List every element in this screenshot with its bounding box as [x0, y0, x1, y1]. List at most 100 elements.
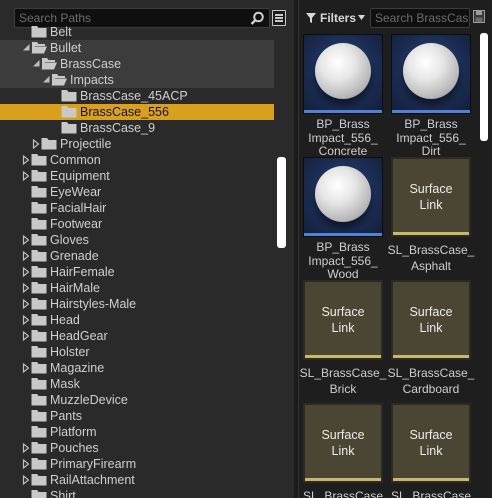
- tree-item-muzzledevice[interactable]: MuzzleDevice: [0, 392, 274, 408]
- tree-item-label: HeadGear: [50, 329, 108, 343]
- collapse-arrow-icon[interactable]: [31, 59, 41, 69]
- tree-item-label: Magazine: [50, 361, 105, 375]
- folder-icon: [31, 42, 47, 54]
- blueprint-thumbnail: [303, 34, 383, 114]
- surface-link-thumbnail: Surface Link: [391, 157, 471, 237]
- tree-item-brasscase[interactable]: BrassCase: [0, 56, 274, 72]
- asset-name: SL_BrassCase: [302, 489, 384, 498]
- expand-arrow-icon[interactable]: [21, 459, 31, 469]
- folder-icon: [31, 202, 47, 214]
- tree-item-pouches[interactable]: Pouches: [0, 440, 274, 456]
- tree-item-hairfemale[interactable]: HairFemale: [0, 264, 274, 280]
- tree-item-primaryfirearm[interactable]: PrimaryFirearm: [0, 456, 274, 472]
- tree-item-belt[interactable]: Belt: [0, 25, 274, 40]
- tree-item-label: Head: [50, 313, 80, 327]
- folder-icon: [31, 330, 47, 342]
- tree-item-footwear[interactable]: Footwear: [0, 216, 274, 232]
- tree-item-gloves[interactable]: Gloves: [0, 232, 274, 248]
- thumbnail-type-label: Surface Link: [321, 428, 365, 458]
- tree-item-label: Hairstyles-Male: [50, 297, 137, 311]
- folder-icon: [31, 458, 47, 470]
- thumbnail-type-label: Surface Link: [321, 305, 365, 335]
- tree-item-label: Footwear: [50, 217, 103, 231]
- blueprint-thumbnail: [391, 34, 471, 114]
- tree-item-label: Bullet: [50, 41, 82, 55]
- folder-icon: [31, 218, 47, 230]
- save-icon[interactable]: [473, 10, 485, 23]
- surface-link-thumbnail: Surface Link: [303, 403, 383, 483]
- asset-name: SL_BrassCase: [390, 489, 472, 498]
- folder-icon: [61, 90, 77, 102]
- asset-scrollbar[interactable]: [480, 33, 488, 141]
- asset-type-bar: [393, 478, 469, 481]
- tree-item-label: Projectile: [60, 137, 112, 151]
- sphere-preview-icon: [315, 43, 371, 99]
- thumbnail-type-label: Surface Link: [409, 182, 453, 212]
- tree-item-projectile[interactable]: Projectile: [0, 136, 274, 152]
- expand-arrow-icon[interactable]: [31, 139, 41, 149]
- asset-view-panel: Filters Search BrassCase_556 BP_Brass Im…: [298, 0, 492, 498]
- folder-icon: [31, 282, 47, 294]
- asset-name: BP_Brass Impact_556_ Concrete: [308, 117, 378, 158]
- tree-item-common[interactable]: Common: [0, 152, 274, 168]
- tree-item-label: Gloves: [50, 233, 89, 247]
- tree-item-label: BrassCase: [60, 57, 122, 71]
- tree-item-label: PrimaryFirearm: [50, 457, 137, 471]
- filters-label: Filters: [320, 11, 357, 25]
- expand-arrow-icon[interactable]: [21, 235, 31, 245]
- tree-item-shirt[interactable]: Shirt: [0, 488, 274, 498]
- tree-item-brasscase-556[interactable]: BrassCase_556: [0, 104, 274, 120]
- tree-item-brasscase-45acp[interactable]: BrassCase_45ACP: [0, 88, 274, 104]
- folder-icon: [31, 426, 47, 438]
- tree-item-label: Platform: [50, 425, 97, 439]
- surface-link-thumbnail: Surface Link: [303, 280, 383, 360]
- tree-item-headgear[interactable]: HeadGear: [0, 328, 274, 344]
- tree-item-eyewear[interactable]: EyeWear: [0, 184, 274, 200]
- folder-icon: [31, 26, 47, 38]
- tree-item-mask[interactable]: Mask: [0, 376, 274, 392]
- expand-arrow-icon[interactable]: [21, 331, 31, 341]
- expand-arrow-icon[interactable]: [21, 155, 31, 165]
- tree-item-pants[interactable]: Pants: [0, 408, 274, 424]
- menu-icon[interactable]: [272, 10, 286, 26]
- tree-item-brasscase-9[interactable]: BrassCase_9: [0, 120, 274, 136]
- tree-item-hairstyles-male[interactable]: Hairstyles-Male: [0, 296, 274, 312]
- tree-item-facialhair[interactable]: FacialHair: [0, 200, 274, 216]
- asset-search-placeholder: Search BrassCase_556: [375, 11, 469, 25]
- tree-item-hairmale[interactable]: HairMale: [0, 280, 274, 296]
- filters-button[interactable]: Filters: [303, 8, 365, 28]
- expand-arrow-icon[interactable]: [21, 283, 31, 293]
- tree-item-label: Shirt: [50, 489, 76, 498]
- tree-item-grenade[interactable]: Grenade: [0, 248, 274, 264]
- tree-item-label: Pouches: [50, 441, 99, 455]
- surface-link-thumbnail: Surface Link: [391, 403, 471, 483]
- expand-arrow-icon[interactable]: [21, 443, 31, 453]
- expand-arrow-icon[interactable]: [21, 315, 31, 325]
- expand-arrow-icon[interactable]: [21, 171, 31, 181]
- tree-item-head[interactable]: Head: [0, 312, 274, 328]
- folder-tree: Belt Bullet BrassCase Impacts BrassCase_45AC…: [0, 25, 274, 498]
- collapse-arrow-icon[interactable]: [21, 43, 31, 53]
- expand-arrow-icon[interactable]: [21, 299, 31, 309]
- path-tree-panel: Search Paths Belt Bullet BrassCase Impacts B…: [0, 0, 294, 498]
- expand-arrow-icon[interactable]: [21, 363, 31, 373]
- tree-scrollbar[interactable]: [277, 157, 286, 248]
- tree-item-magazine[interactable]: Magazine: [0, 360, 274, 376]
- asset-search-input[interactable]: Search BrassCase_556: [370, 8, 470, 28]
- expand-arrow-icon[interactable]: [21, 267, 31, 277]
- surface-link-thumbnail: Surface Link: [391, 280, 471, 360]
- collapse-arrow-icon[interactable]: [41, 75, 51, 85]
- folder-icon: [31, 170, 47, 182]
- tree-item-bullet[interactable]: Bullet: [0, 40, 274, 56]
- search-icon[interactable]: [250, 11, 265, 26]
- expand-arrow-icon[interactable]: [21, 475, 31, 485]
- expand-arrow-icon[interactable]: [21, 251, 31, 261]
- tree-item-railattachment[interactable]: RailAttachment: [0, 472, 274, 488]
- tree-item-equipment[interactable]: Equipment: [0, 168, 274, 184]
- folder-icon: [31, 154, 47, 166]
- tree-item-label: RailAttachment: [50, 473, 135, 487]
- tree-item-platform[interactable]: Platform: [0, 424, 274, 440]
- tree-item-impacts[interactable]: Impacts: [0, 72, 274, 88]
- tree-item-holster[interactable]: Holster: [0, 344, 274, 360]
- asset-type-bar: [392, 110, 470, 113]
